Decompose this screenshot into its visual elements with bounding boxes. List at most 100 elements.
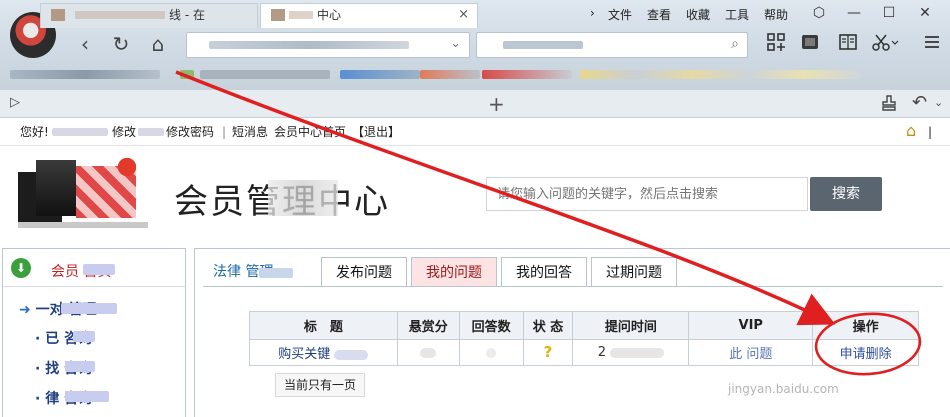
address-url-blurred: [209, 41, 409, 49]
refresh-icon[interactable]: ↻: [108, 32, 134, 56]
grid-icon[interactable]: [762, 32, 790, 56]
time-text: 2: [597, 345, 606, 360]
undo-icon[interactable]: ↶: [912, 92, 927, 113]
tab-label: 中心: [317, 8, 342, 22]
menu-chevron[interactable]: ›: [590, 6, 595, 20]
reward-blurred: [420, 347, 437, 358]
tab-label: 线 - 在: [169, 8, 205, 22]
logout-link[interactable]: 【退出】: [352, 118, 400, 146]
back-icon[interactable]: ‹: [72, 32, 98, 56]
menu-favorites[interactable]: 收藏: [686, 6, 710, 23]
tab-publish[interactable]: 发布问题: [321, 257, 407, 287]
chevron-down-icon[interactable]: ⌄: [934, 96, 943, 109]
home-icon[interactable]: ⌂: [906, 123, 924, 139]
bookmark-blurred[interactable]: [200, 70, 330, 79]
sidebar-header[interactable]: ⬇ 会员 首页: [3, 249, 185, 287]
scroll-separator: |: [928, 125, 933, 139]
tab-title-blurred: [75, 11, 165, 19]
browser-search-box[interactable]: ⌕: [476, 32, 748, 58]
answers-blurred: [486, 347, 497, 358]
close-icon[interactable]: ×: [458, 4, 469, 26]
modify-link[interactable]: 修改: [112, 118, 136, 146]
username-blurred: [52, 128, 108, 136]
member-home-link[interactable]: 会员中心首页: [274, 118, 346, 146]
watermark-text: jingyan.baidu.com: [728, 382, 839, 396]
tab-my-questions[interactable]: 我的问题: [411, 257, 497, 287]
label-blurred: [73, 331, 95, 342]
bookmark-blurred[interactable]: [340, 70, 420, 79]
column-status: 状 态: [522, 311, 574, 340]
column-answers: 回答数: [458, 311, 524, 340]
title-blurred: [334, 349, 369, 360]
menu-help[interactable]: 帮助: [764, 6, 788, 23]
time-blurred: [610, 347, 665, 358]
tab-title-blurred: [289, 11, 313, 19]
cell-answers: [458, 339, 524, 366]
cell-reward: [396, 339, 460, 366]
questions-table: 标 题 悬赏分 回答数 状 态 提问时间 VIP 操作 购买关键 ? 2 此 问…: [249, 311, 919, 366]
sidebar-toggle-icon[interactable]: ▷: [10, 95, 20, 110]
column-vip: VIP: [688, 311, 814, 340]
address-bar[interactable]: ⌄: [186, 32, 470, 58]
table-header-row: 标 题 悬赏分 回答数 状 态 提问时间 VIP 操作: [249, 311, 919, 340]
search-engine-blurred: [503, 41, 583, 49]
menu-file[interactable]: 文件: [608, 6, 632, 23]
question-link[interactable]: 购买关键: [278, 347, 330, 362]
minimize-icon[interactable]: —: [843, 4, 865, 22]
label-blurred: [65, 391, 109, 402]
menu-view[interactable]: 查看: [647, 6, 671, 23]
label-blurred: [65, 361, 95, 372]
menu-icon[interactable]: [918, 32, 946, 56]
table-row: 购买关键 ? 2 此 问题 申请删除: [249, 339, 919, 366]
maximize-icon[interactable]: ☐: [878, 4, 900, 22]
browser-tab-1[interactable]: 线 - 在: [40, 3, 258, 28]
search-input[interactable]: [487, 178, 807, 210]
stamp-icon[interactable]: [880, 94, 898, 116]
column-time: 提问时间: [572, 311, 690, 340]
bookmarks-bar: [0, 64, 950, 86]
skin-icon[interactable]: ⬡: [808, 4, 830, 22]
new-tab-icon[interactable]: +: [488, 92, 505, 116]
tab-bar: [0, 90, 950, 118]
separator: |: [222, 125, 227, 139]
column-reward: 悬赏分: [396, 311, 460, 340]
column-title: 标 题: [249, 311, 398, 340]
bookmark-blurred[interactable]: [10, 70, 160, 79]
site-logo[interactable]: [18, 152, 150, 228]
change-password-link[interactable]: 修改密码: [166, 118, 214, 146]
label-blurred: [83, 264, 115, 275]
tab-expired[interactable]: 过期问题: [591, 257, 677, 287]
cell-action: 申请删除: [812, 339, 919, 366]
bookmark-blurred[interactable]: [180, 70, 194, 79]
vip-link[interactable]: 此 问题: [729, 347, 772, 362]
scissors-icon[interactable]: [870, 32, 899, 56]
screenshot-icon[interactable]: [796, 32, 824, 56]
modify-blurred: [138, 128, 164, 136]
pagination-text: 当前只有一页: [275, 373, 366, 397]
user-bar: 您好! 修改 修改密码 | 短消息 会员中心首页 【退出】 ⌂ |: [0, 118, 950, 146]
bookmark-blurred[interactable]: [482, 70, 572, 79]
greeting-text: 您好!: [20, 125, 49, 139]
tab-label-blurred: [259, 268, 293, 278]
label-blurred: [61, 303, 117, 314]
bookmark-blurred[interactable]: [420, 70, 480, 79]
request-delete-link[interactable]: 申请删除: [840, 347, 892, 362]
column-action: 操作: [812, 311, 919, 340]
site-search[interactable]: [486, 177, 808, 211]
home-icon[interactable]: ⌂: [145, 32, 171, 56]
short-message-link[interactable]: 短消息: [232, 118, 268, 146]
cell-title: 购买关键: [249, 339, 398, 366]
arrow-right-icon: ➜: [19, 302, 31, 318]
arrow-down-icon: ⬇: [11, 258, 31, 278]
chevron-down-icon[interactable]: ⌄: [450, 36, 461, 51]
close-icon[interactable]: ✕: [914, 4, 936, 22]
bookmark-blurred[interactable]: [580, 70, 860, 79]
menu-tools[interactable]: 工具: [725, 6, 749, 23]
browser-tab-2[interactable]: 中心 ×: [260, 3, 478, 28]
sidebar: ⬇ 会员 首页 ➜ 一对 管理 · 已 咨询 · 找 咨询 · 律 咨询: [2, 248, 186, 417]
reader-icon[interactable]: [834, 32, 862, 56]
search-icon[interactable]: ⌕: [731, 36, 739, 52]
title-blurred: [268, 180, 338, 216]
search-button[interactable]: 搜索: [810, 177, 882, 211]
tab-my-answers[interactable]: 我的回答: [501, 257, 587, 287]
